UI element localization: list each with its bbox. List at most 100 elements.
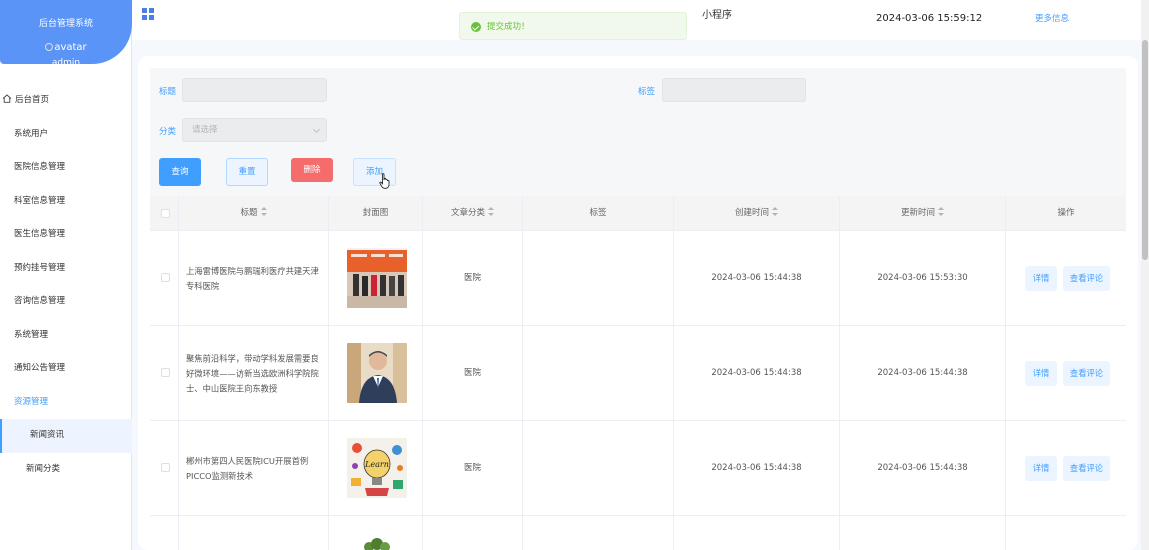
username: admin [51,58,81,68]
cover-cell [329,516,423,550]
column-tag: 标签 [523,196,674,231]
delete-button[interactable]: 删除 [291,158,333,182]
table-row: 郴州市第四人民医院ICU开展首例PICCO监测新技术 Learn 医院 2024… [150,421,1126,516]
view-comments-button[interactable]: 查看评论 [1063,266,1110,291]
detail-button[interactable]: 详情 [1025,361,1057,386]
home-icon [2,94,12,103]
sidebar-item-system-users[interactable]: 系统用户 [0,118,132,152]
updated-cell [840,516,1006,550]
column-actions: 操作 [1057,208,1075,218]
tag-cell [523,421,674,516]
actions-cell [1006,516,1126,550]
sidebar-item-news[interactable]: 新闻资讯 [0,419,132,453]
check-circle-icon [471,22,481,32]
table-row: 上海雷博医院与鹏瑞利医疗共建天津专科医院 医院 2024-03-06 15:44… [150,231,1126,326]
title-cell [179,516,329,550]
cover-cell: Learn [329,421,423,516]
row-checkbox[interactable] [161,368,170,377]
category-cell: 医院 [423,421,523,516]
chevron-down-icon [312,125,321,134]
title-cell: 聚焦前沿科学，带动学科发展需要良好微环境——访新当选欧洲科学院院士、中山医院王向… [179,326,329,421]
actions-cell: 详情 查看评论 [1006,231,1126,326]
title-filter-label: 标题 [159,87,177,97]
row-checkbox[interactable] [161,463,170,472]
created-cell [674,516,840,550]
row-select-cell [150,421,179,516]
category-select[interactable]: 请选择 [182,118,327,142]
table-header: 标题 封面图 文章分类 标签 创建时间 更新时间 操作 [150,196,1126,231]
avatar-alt-text: avatar [54,42,87,53]
column-created[interactable]: 创建时间 [674,196,840,231]
sidebar-item-consult[interactable]: 咨询信息管理 [0,285,132,319]
column-category[interactable]: 文章分类 [423,196,523,231]
sidebar-item-system[interactable]: 系统管理 [0,319,132,353]
hand-cursor-icon [379,173,390,189]
cover-image[interactable] [347,533,407,550]
title-filter-input[interactable] [182,78,327,102]
system-title: 后台管理系统 [38,19,93,29]
sidebar-item-notice[interactable]: 通知公告管理 [0,352,132,386]
created-cell: 2024-03-06 15:44:38 [674,326,840,421]
cover-image[interactable]: Learn [347,438,407,498]
tag-cell [523,326,674,421]
header-select-cell [150,196,179,231]
row-checkbox[interactable] [161,273,170,282]
sort-icon [488,207,494,216]
broken-image-icon [45,43,54,51]
row-title: 上海雷博医院与鹏瑞利医疗共建天津专科医院 [186,265,319,291]
sidebar-menu: 后台首页 系统用户 医院信息管理 科室信息管理 医生信息管理 预约挂号管理 咨询… [0,84,132,486]
title-cell: 郴州市第四人民医院ICU开展首例PICCO监测新技术 [179,421,329,516]
sidebar: 后台管理系统 avatar admin 后台首页 系统用户 医院信息管理 科室信… [0,0,132,550]
sort-icon [772,207,778,216]
row-select-cell [150,326,179,421]
created-cell: 2024-03-06 15:44:38 [674,421,840,516]
column-updated[interactable]: 更新时间 [840,196,1006,231]
sort-icon [260,207,267,216]
cover-image[interactable] [347,343,407,403]
avatar[interactable]: avatar [0,42,132,53]
sidebar-item-hospital[interactable]: 医院信息管理 [0,151,132,185]
sidebar-item-resources[interactable]: 资源管理 [0,386,132,420]
updated-cell: 2024-03-06 15:53:30 [840,231,1006,326]
reset-button[interactable]: 重置 [226,158,268,186]
tag-cell [523,516,674,550]
tag-filter-label: 标签 [638,87,656,97]
row-title: 聚焦前沿科学，带动学科发展需要良好微环境——访新当选欧洲科学院院士、中山医院王向… [186,353,319,393]
sidebar-item-label: 后台首页 [15,95,50,105]
category-placeholder: 请选择 [192,125,218,135]
sidebar-item-doctor[interactable]: 医生信息管理 [0,218,132,252]
category-cell [423,516,523,550]
select-all-checkbox[interactable] [161,209,170,218]
sidebar-item-appointment[interactable]: 预约挂号管理 [0,252,132,286]
title-cell: 上海雷博医院与鹏瑞利医疗共建天津专科医院 [179,231,329,326]
detail-button[interactable]: 详情 [1025,456,1057,481]
sort-icon [938,207,944,216]
column-title[interactable]: 标题 [179,196,329,231]
updated-cell: 2024-03-06 15:44:38 [840,421,1006,516]
tag-filter-input[interactable] [662,78,806,102]
scrollbar-thumb[interactable] [1142,40,1148,260]
success-toast: 提交成功！ [459,12,687,40]
query-button[interactable]: 查询 [159,158,201,186]
tag-cell [523,231,674,326]
actions-cell: 详情 查看评论 [1006,421,1126,516]
sidebar-item-news-category[interactable]: 新闻分类 [0,453,132,487]
cover-image[interactable] [347,248,407,308]
actions-cell: 详情 查看评论 [1006,326,1126,421]
column-cover: 封面图 [329,196,423,231]
updated-cell: 2024-03-06 15:44:38 [840,326,1006,421]
menu-toggle-icon[interactable] [142,8,154,20]
toast-message: 提交成功！ [487,22,530,32]
view-comments-button[interactable]: 查看评论 [1063,361,1110,386]
view-comments-button[interactable]: 查看评论 [1063,456,1110,481]
table-row: 聚焦前沿科学，带动学科发展需要良好微环境——访新当选欧洲科学院院士、中山医院王向… [150,326,1126,421]
detail-button[interactable]: 详情 [1025,266,1057,291]
current-datetime: 2024-03-06 15:59:12 [876,13,983,24]
svg-text:Learn: Learn [364,460,389,469]
row-select-cell [150,516,179,550]
more-info-link[interactable]: 更多信息 [1035,12,1069,24]
created-cell: 2024-03-06 15:44:38 [674,231,840,326]
sidebar-item-home[interactable]: 后台首页 [0,84,132,118]
row-select-cell [150,231,179,326]
sidebar-item-department[interactable]: 科室信息管理 [0,185,132,219]
